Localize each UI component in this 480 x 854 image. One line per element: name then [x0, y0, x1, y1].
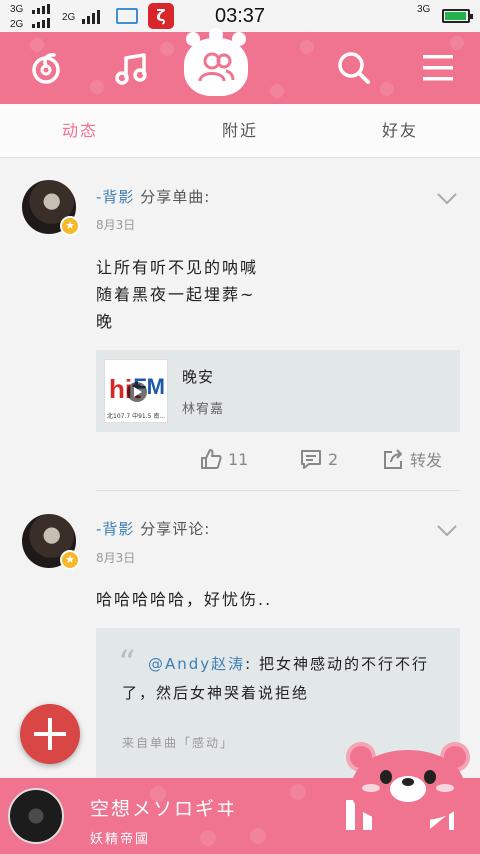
post-date: 8月3日	[96, 218, 136, 232]
post-action-label: 分享单曲:	[140, 188, 211, 206]
feed-tabs: 动态 附近 好友	[0, 104, 480, 158]
post-text: 让所有听不见的呐喊 随着黑夜一起埋葬~ 晚	[96, 258, 259, 331]
netease-logo-icon[interactable]	[24, 46, 68, 90]
username-link[interactable]: -背影	[96, 520, 134, 538]
like-button[interactable]: 11	[200, 448, 248, 470]
post-text: 哈哈哈哈哈，好忧伤..	[96, 590, 273, 609]
username-link[interactable]: -背影	[96, 188, 134, 206]
data-network-label: 3G	[417, 4, 431, 15]
forward-label: 转发	[410, 451, 443, 470]
comment-count: 2	[328, 449, 339, 469]
quoted-comment: @Andy赵涛: 把女神感动的不行不行了，然后女神哭着说拒绝	[122, 650, 442, 708]
chevron-down-icon[interactable]	[436, 192, 458, 206]
player-track-title: 空想メソロギヰ	[90, 798, 238, 820]
song-artist: 林宥嘉	[182, 402, 225, 417]
tab-nearby[interactable]: 附近	[160, 104, 320, 157]
cover-frequency: 北107.7 中91.5 南...	[107, 413, 166, 420]
like-count: 11	[228, 449, 249, 469]
star-badge-icon: ★	[60, 216, 80, 236]
album-cover: hit FM 北107.7 中91.5 南...	[104, 359, 168, 423]
clock: 03:37	[214, 5, 266, 27]
avatar[interactable]: ★	[22, 180, 80, 236]
comment-button[interactable]: 2	[300, 448, 338, 470]
shared-song-card[interactable]: hit FM 北107.7 中91.5 南... 晚安 林宥嘉	[96, 350, 460, 432]
add-post-button[interactable]	[20, 704, 80, 764]
avatar[interactable]: ★	[22, 514, 80, 570]
post-date: 8月3日	[96, 551, 136, 565]
feed-post: ★ -背影 分享单曲: 8月3日 让所有听不见的呐喊 随着黑夜一起埋葬~ 晚 h…	[0, 158, 480, 494]
comment-icon	[301, 450, 321, 469]
bear-mascot-icon	[346, 742, 470, 820]
status-bar: 3G 2G 2G ζ 03:37 3G	[0, 0, 480, 32]
star-badge-icon: ★	[60, 550, 80, 570]
thumbs-up-icon	[201, 449, 222, 469]
play-icon[interactable]	[127, 382, 147, 402]
player-artist: 妖精帝國	[90, 832, 151, 847]
post-divider	[96, 490, 460, 491]
tab-activity[interactable]: 动态	[0, 104, 160, 157]
music-note-icon[interactable]	[110, 46, 154, 90]
post-header: -背影 分享单曲:	[96, 186, 210, 207]
quote-source[interactable]: 来自单曲「感动」	[122, 734, 234, 751]
chevron-down-icon[interactable]	[436, 524, 458, 538]
share-icon	[384, 449, 402, 469]
tab-friends[interactable]: 好友	[320, 104, 480, 157]
song-title: 晚安	[182, 368, 215, 386]
album-art[interactable]	[8, 788, 64, 844]
battery-icon	[442, 9, 473, 23]
post-actions: 11 2 转发	[196, 444, 456, 474]
menu-icon[interactable]	[416, 46, 460, 90]
search-icon[interactable]	[332, 46, 376, 90]
mention-link[interactable]: @Andy赵涛	[148, 655, 245, 673]
friends-paw-icon[interactable]	[184, 28, 248, 96]
forward-button[interactable]: 转发	[382, 447, 442, 471]
post-action-label: 分享评论:	[140, 520, 211, 538]
post-header: -背影 分享评论:	[96, 518, 210, 539]
